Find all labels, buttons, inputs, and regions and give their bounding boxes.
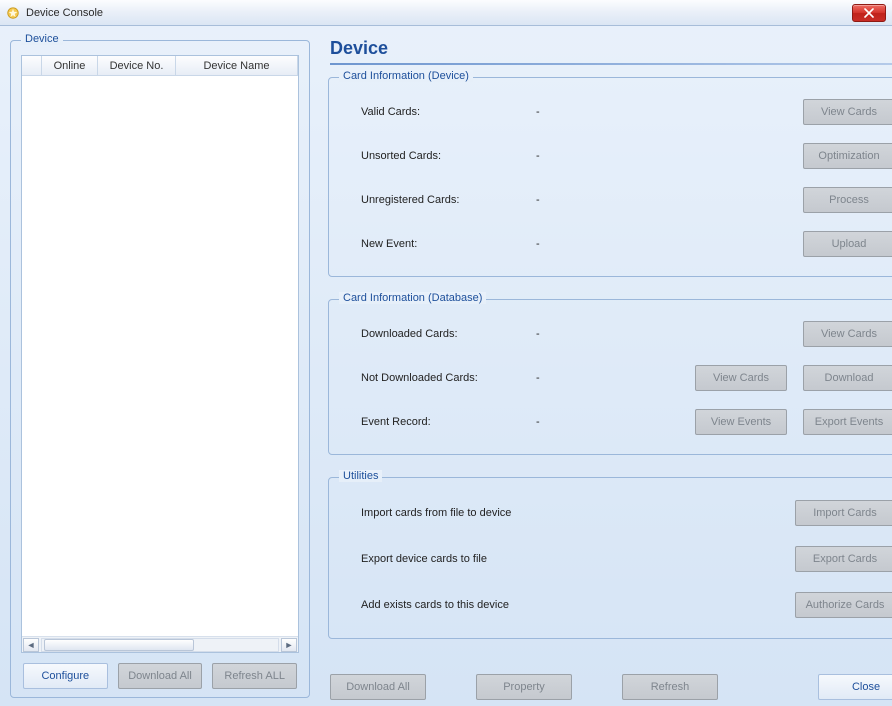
row-event-record: Event Record: - View Events Export Event… xyxy=(339,400,892,444)
left-column: Device Online Device No. Device Name ◄ ► xyxy=(4,32,314,702)
download-all-right-button[interactable]: Download All xyxy=(330,674,426,700)
scroll-right-arrow[interactable]: ► xyxy=(281,638,297,652)
process-button[interactable]: Process xyxy=(803,187,892,213)
row-unregistered-cards: Unregistered Cards: - Process xyxy=(339,178,892,222)
label-downloaded-cards: Downloaded Cards: xyxy=(361,328,536,340)
utilities-group: Utilities Import cards from file to devi… xyxy=(328,477,892,639)
value-downloaded-cards: - xyxy=(536,328,636,340)
row-authorize-cards: Add exists cards to this device Authoriz… xyxy=(339,582,892,628)
label-not-downloaded-cards: Not Downloaded Cards: xyxy=(361,372,536,384)
value-unsorted-cards: - xyxy=(536,150,636,162)
scroll-thumb[interactable] xyxy=(44,639,194,651)
label-authorize-cards: Add exists cards to this device xyxy=(361,599,795,611)
label-import-cards: Import cards from file to device xyxy=(361,507,795,519)
scroll-left-arrow[interactable]: ◄ xyxy=(23,638,39,652)
scroll-track[interactable] xyxy=(41,638,279,652)
authorize-cards-button[interactable]: Authorize Cards xyxy=(795,592,892,618)
card-info-db-group: Card Information (Database) Downloaded C… xyxy=(328,299,892,455)
utilities-legend: Utilities xyxy=(339,470,382,482)
upload-button[interactable]: Upload xyxy=(803,231,892,257)
device-grid-header: Online Device No. Device Name xyxy=(22,56,298,76)
col-device-name[interactable]: Device Name xyxy=(176,56,298,75)
value-unregistered-cards: - xyxy=(536,194,636,206)
view-cards-valid-button[interactable]: View Cards xyxy=(803,99,892,125)
label-unsorted-cards: Unsorted Cards: xyxy=(361,150,536,162)
page-title: Device xyxy=(330,38,892,59)
device-grid-body xyxy=(22,76,298,636)
right-column: Device Card Information (Device) Valid C… xyxy=(322,32,892,702)
col-online[interactable]: Online xyxy=(42,56,98,75)
window-title: Device Console xyxy=(26,7,103,19)
device-list-buttons: Configure Download All Refresh ALL xyxy=(21,657,299,691)
row-export-cards: Export device cards to file Export Cards xyxy=(339,536,892,582)
value-valid-cards: - xyxy=(536,106,636,118)
value-event-record: - xyxy=(536,416,636,428)
grid-corner xyxy=(22,56,42,75)
view-events-button[interactable]: View Events xyxy=(695,409,787,435)
label-event-record: Event Record: xyxy=(361,416,536,428)
right-bottom-buttons: Download All Property Refresh Close xyxy=(322,664,892,702)
refresh-button[interactable]: Refresh xyxy=(622,674,718,700)
label-unregistered-cards: Unregistered Cards: xyxy=(361,194,536,206)
export-cards-button[interactable]: Export Cards xyxy=(795,546,892,572)
card-info-device-group: Card Information (Device) Valid Cards: -… xyxy=(328,77,892,277)
label-export-cards: Export device cards to file xyxy=(361,553,795,565)
label-new-event: New Event: xyxy=(361,238,536,250)
optimization-button[interactable]: Optimization xyxy=(803,143,892,169)
row-downloaded-cards: Downloaded Cards: - View Cards xyxy=(339,312,892,356)
value-not-downloaded-cards: - xyxy=(536,372,636,384)
view-cards-notdl-button[interactable]: View Cards xyxy=(695,365,787,391)
device-grid[interactable]: Online Device No. Device Name ◄ ► xyxy=(21,55,299,653)
row-valid-cards: Valid Cards: - View Cards xyxy=(339,90,892,134)
row-import-cards: Import cards from file to device Import … xyxy=(339,490,892,536)
row-unsorted-cards: Unsorted Cards: - Optimization xyxy=(339,134,892,178)
card-info-db-legend: Card Information (Database) xyxy=(339,292,486,304)
title-underline xyxy=(330,63,892,65)
window-close-button[interactable] xyxy=(852,4,886,22)
device-list-group: Device Online Device No. Device Name ◄ ► xyxy=(10,40,310,698)
value-new-event: - xyxy=(536,238,636,250)
download-button[interactable]: Download xyxy=(803,365,892,391)
view-cards-downloaded-button[interactable]: View Cards xyxy=(803,321,892,347)
close-button[interactable]: Close xyxy=(818,674,892,700)
app-icon xyxy=(6,6,20,20)
card-info-device-legend: Card Information (Device) xyxy=(339,70,473,82)
export-events-button[interactable]: Export Events xyxy=(803,409,892,435)
titlebar: Device Console xyxy=(0,0,892,26)
download-all-left-button[interactable]: Download All xyxy=(118,663,203,689)
horizontal-scrollbar[interactable]: ◄ ► xyxy=(22,636,298,652)
row-not-downloaded-cards: Not Downloaded Cards: - View Cards Downl… xyxy=(339,356,892,400)
property-button[interactable]: Property xyxy=(476,674,572,700)
row-new-event: New Event: - Upload xyxy=(339,222,892,266)
device-list-legend: Device xyxy=(21,33,63,45)
col-device-no[interactable]: Device No. xyxy=(98,56,176,75)
import-cards-button[interactable]: Import Cards xyxy=(795,500,892,526)
label-valid-cards: Valid Cards: xyxy=(361,106,536,118)
refresh-all-button[interactable]: Refresh ALL xyxy=(212,663,297,689)
content-area: Device Online Device No. Device Name ◄ ► xyxy=(0,26,892,706)
configure-button[interactable]: Configure xyxy=(23,663,108,689)
